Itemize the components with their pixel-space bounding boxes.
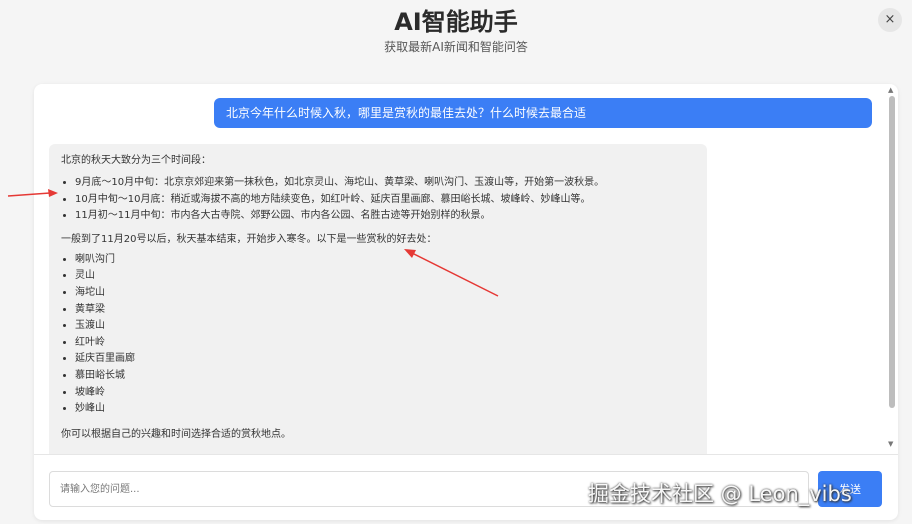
- annotation-arrows: [7, 189, 499, 297]
- annotation-arrow-right: [404, 249, 499, 297]
- watermark: 掘金技术社区 @ Leon_vibs: [588, 482, 852, 506]
- annotation-arrow-left: [7, 189, 58, 197]
